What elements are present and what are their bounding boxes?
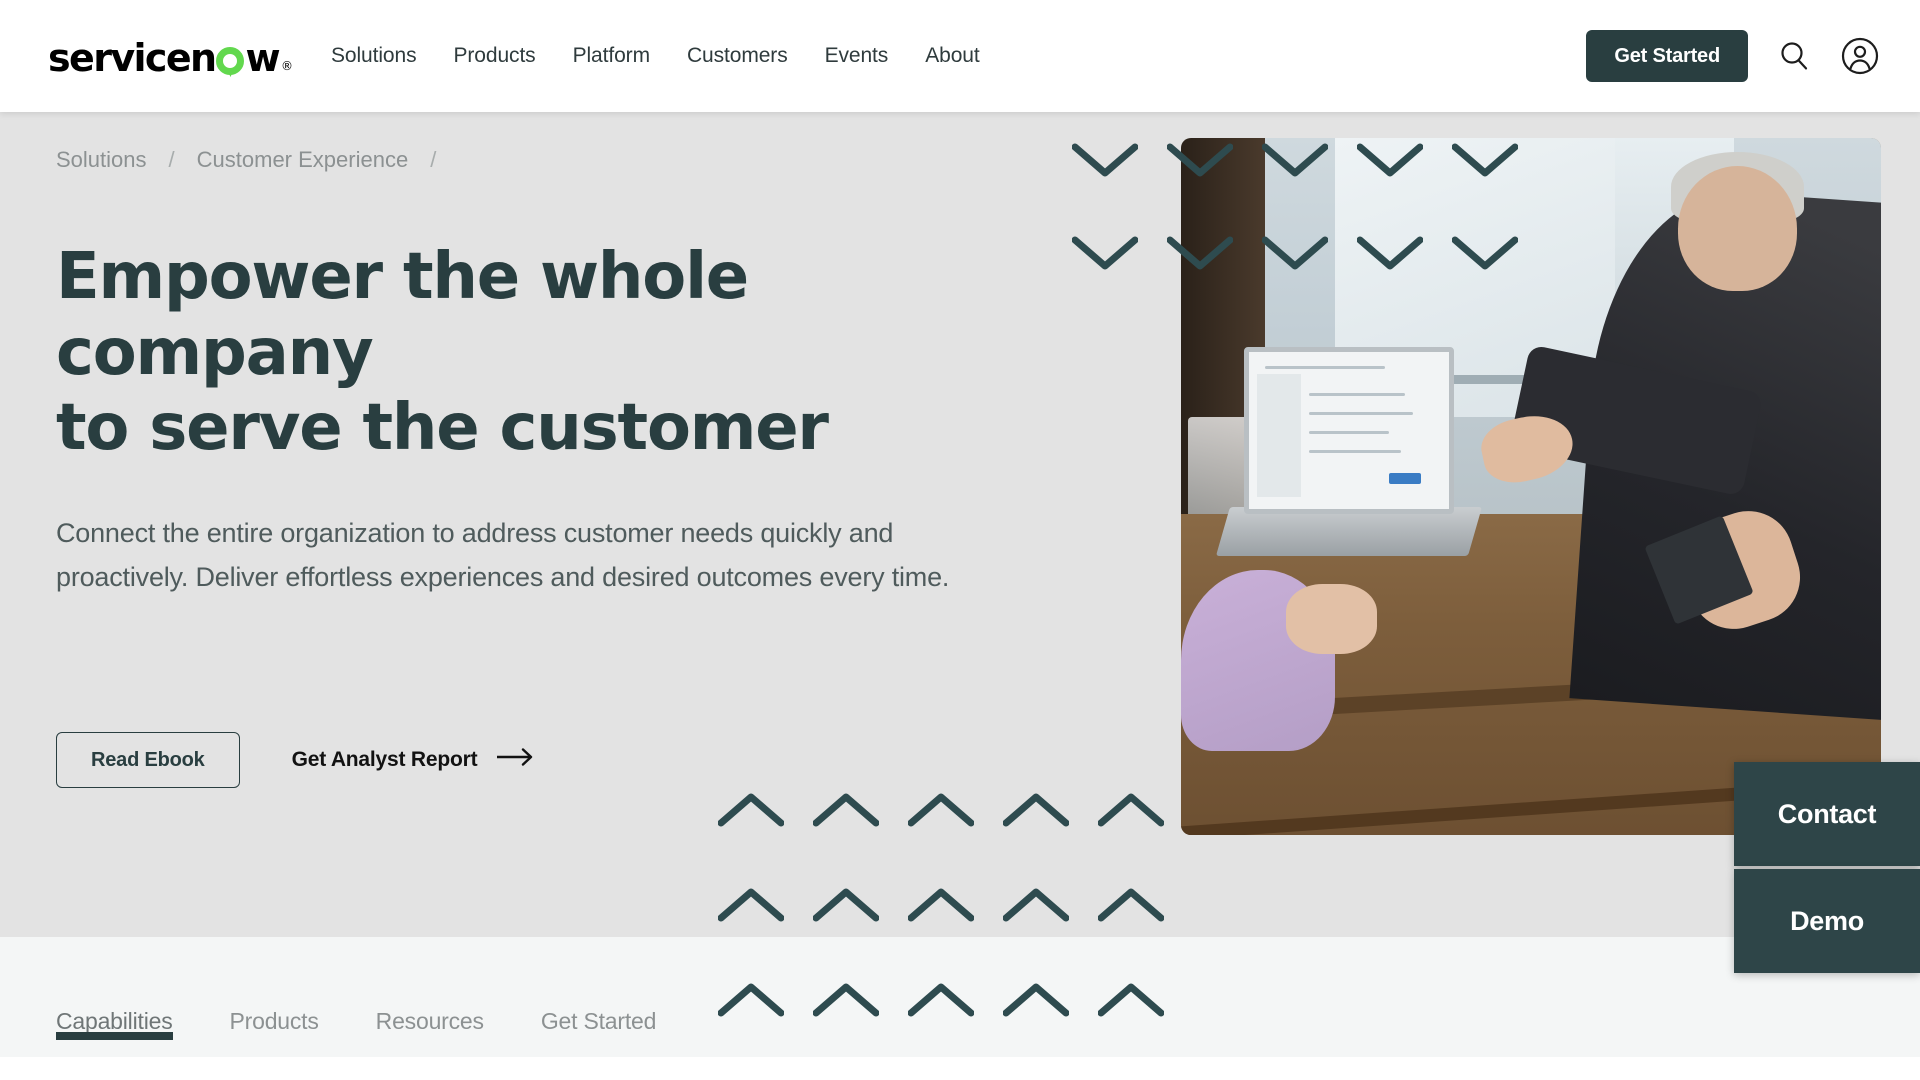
breadcrumb-separator-2: /	[430, 147, 437, 172]
hero-photo-illustration	[1181, 138, 1881, 835]
tab-list: Capabilities Products Resources Get Star…	[56, 937, 713, 1057]
nav-item-customers[interactable]: Customers	[687, 44, 788, 68]
breadcrumb-item-customer-experience[interactable]: Customer Experience	[197, 147, 409, 173]
logo-wordmark: servicen w	[48, 36, 281, 80]
get-analyst-report-label: Get Analyst Report	[291, 748, 478, 771]
page-title: Empower the whole company to serve the c…	[56, 240, 1066, 467]
contact-tab-button[interactable]: Contact	[1734, 762, 1920, 866]
logo-green-o-icon	[216, 47, 245, 75]
tab-products[interactable]: Products	[230, 937, 319, 1057]
hero-section: Solutions / Customer Experience / Empowe…	[0, 112, 1920, 937]
get-started-button[interactable]: Get Started	[1586, 30, 1748, 82]
nav-item-solutions[interactable]: Solutions	[331, 44, 417, 68]
nav-item-about[interactable]: About	[925, 44, 979, 68]
site-header: servicen w ® Solutions Products Platform…	[0, 0, 1920, 112]
section-tabbar: Capabilities Products Resources Get Star…	[0, 937, 1920, 1057]
breadcrumb-item-solutions[interactable]: Solutions	[56, 147, 147, 173]
page-title-line-1: Empower the whole company	[56, 240, 749, 390]
get-analyst-report-link[interactable]: Get Analyst Report	[292, 748, 536, 772]
arrow-right-icon	[497, 748, 535, 772]
tab-capabilities[interactable]: Capabilities	[56, 937, 173, 1057]
main-navigation: Solutions Products Platform Customers Ev…	[331, 44, 980, 68]
nav-item-products[interactable]: Products	[454, 44, 536, 68]
nav-item-events[interactable]: Events	[825, 44, 889, 68]
hero-image	[1181, 138, 1881, 835]
hero-cta-group: Read Ebook Get Analyst Report	[56, 732, 535, 788]
search-icon[interactable]	[1774, 36, 1814, 76]
page-title-line-2: to serve the customer	[56, 391, 829, 466]
floating-side-tabs: Contact Demo	[1734, 762, 1920, 973]
nav-item-platform[interactable]: Platform	[573, 44, 650, 68]
read-ebook-button[interactable]: Read Ebook	[56, 732, 240, 788]
tab-get-started[interactable]: Get Started	[541, 937, 657, 1057]
tab-resources[interactable]: Resources	[376, 937, 484, 1057]
logo-text-before: servicen	[48, 36, 217, 80]
header-actions: Get Started	[1586, 0, 1880, 112]
hero-description: Connect the entire organization to addre…	[56, 518, 950, 592]
breadcrumb-separator: /	[168, 147, 175, 172]
logo-text-after: w	[245, 36, 280, 80]
breadcrumb: Solutions / Customer Experience /	[56, 147, 458, 173]
account-icon[interactable]	[1840, 36, 1880, 76]
demo-tab-button[interactable]: Demo	[1734, 869, 1920, 973]
servicenow-logo[interactable]: servicen w ®	[48, 35, 293, 77]
logo-registered-mark: ®	[281, 59, 293, 73]
